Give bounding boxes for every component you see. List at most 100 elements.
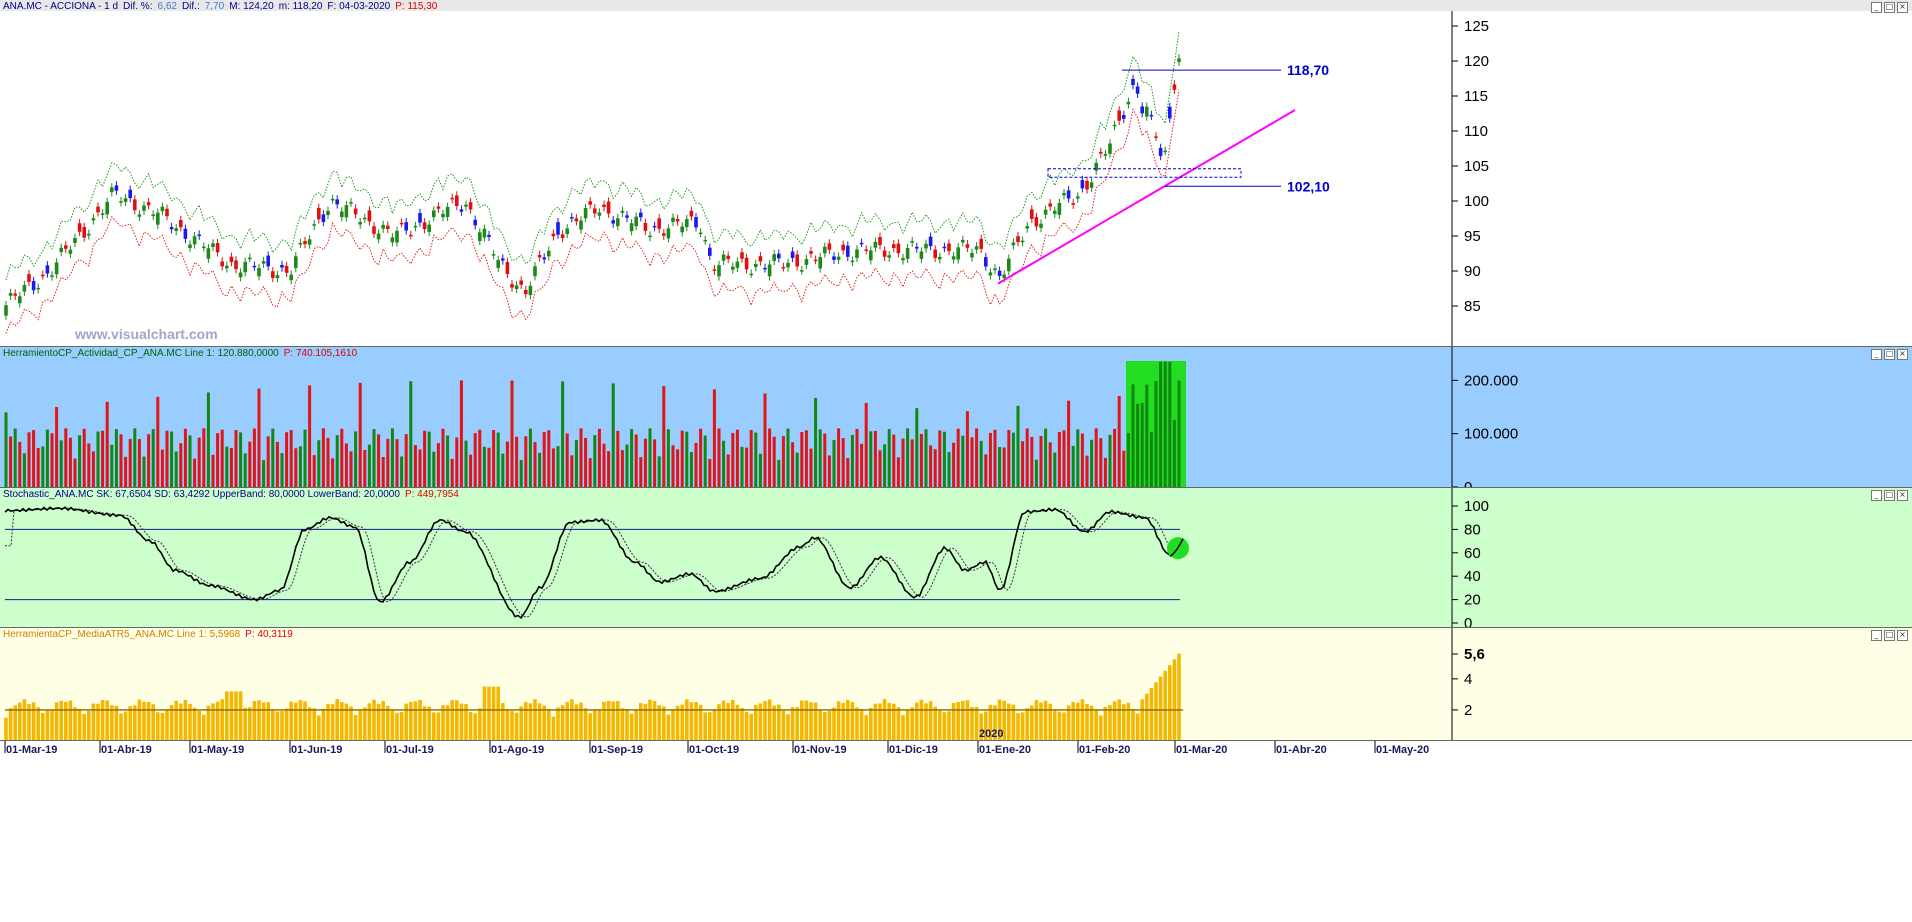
volume-bar — [1094, 428, 1098, 487]
title-segment: Dif. %: — [123, 1, 153, 12]
atr-bar — [1057, 711, 1062, 740]
candle — [142, 205, 146, 211]
close-icon[interactable]: × — [1897, 490, 1908, 501]
atr-bar — [478, 708, 482, 740]
volume-bar — [266, 436, 270, 487]
candle — [418, 213, 422, 223]
candle — [197, 234, 201, 237]
stochastic-tick-label: 40 — [1464, 568, 1481, 585]
atr-bar — [634, 709, 638, 740]
maximize-icon[interactable]: □ — [1884, 2, 1895, 13]
close-icon[interactable]: × — [1897, 630, 1908, 641]
atr-bar — [303, 701, 307, 740]
volume-bar — [510, 380, 514, 487]
maximize-icon[interactable]: □ — [1884, 490, 1895, 501]
candle — [1140, 106, 1144, 114]
candle — [436, 206, 441, 209]
price-tick-label: 120 — [1464, 53, 1489, 70]
volume-bar — [1103, 457, 1107, 487]
minimize-icon[interactable]: _ — [1871, 490, 1882, 501]
candle — [685, 219, 689, 228]
atr-bar — [4, 717, 8, 740]
candle — [1085, 180, 1089, 190]
date-label: 01-Mar-19 — [6, 744, 57, 756]
candle — [652, 225, 657, 228]
atr-bar — [703, 712, 707, 740]
candle — [754, 263, 758, 268]
volume-bar — [860, 443, 864, 487]
atr-bar — [192, 707, 197, 740]
candle — [22, 285, 27, 292]
minimize-icon[interactable]: _ — [1871, 2, 1882, 13]
atr-bar — [491, 686, 496, 740]
atr-bar — [317, 715, 321, 740]
candle — [82, 227, 86, 238]
candle — [275, 275, 280, 279]
volume-bar — [18, 441, 22, 487]
volume-bar — [101, 430, 105, 487]
candle — [505, 261, 510, 275]
atr-bar — [22, 699, 27, 740]
candle — [243, 261, 247, 273]
stochastic-pane[interactable]: Stochastic_ANA.MC SK: 67,6504 SD: 63,429… — [0, 487, 1912, 627]
volume-bar — [450, 458, 454, 487]
volume-bar — [878, 450, 882, 487]
atr-bar — [832, 707, 836, 740]
candle — [735, 261, 740, 268]
atr-chart[interactable]: 5,6 4 2 2020 — [0, 628, 1912, 740]
price-chart[interactable]: 125 120 115 110 105 100 95 90 85 118,70 102,10 — [0, 0, 1912, 346]
atr-bar — [892, 703, 896, 740]
candle — [455, 195, 459, 207]
volume-bar — [216, 433, 220, 487]
stochastic-chart[interactable]: 100 80 60 40 20 0 — [0, 488, 1912, 627]
volume-bar — [326, 437, 330, 487]
candle — [712, 269, 717, 271]
volume-bar — [538, 452, 542, 487]
candle — [487, 234, 491, 237]
candle — [823, 246, 827, 254]
volume-pane-window-buttons[interactable]: _ □ × — [1869, 348, 1908, 360]
candle — [671, 217, 675, 222]
minimize-icon[interactable]: _ — [1871, 630, 1882, 641]
volume-bar — [887, 429, 891, 487]
atr-pane-window-buttons[interactable]: _ □ × — [1869, 629, 1908, 641]
volume-bar — [607, 451, 611, 487]
candle — [703, 239, 707, 242]
atr-bar — [390, 710, 395, 740]
price-pane-window-buttons[interactable]: _ □ × — [1869, 1, 1908, 13]
title-segment: Dif.: — [181, 1, 200, 12]
atr-bar — [418, 699, 422, 740]
volume-pane[interactable]: HerramientoCP_Actividad_CP_ANA.MC Line 1… — [0, 346, 1912, 487]
candle — [496, 259, 500, 268]
atr-pane[interactable]: HerramientaCP_MediaATR5_ANA.MC Line 1: 5… — [0, 627, 1912, 740]
volume-chart[interactable]: 200.000 100.000 0 — [0, 347, 1912, 487]
volume-bar — [1034, 459, 1038, 487]
atr-bar — [284, 708, 289, 740]
title-segment: m: 118,20 — [278, 1, 323, 12]
close-icon[interactable]: × — [1897, 2, 1908, 13]
candle — [606, 201, 611, 214]
atr-bar — [961, 700, 965, 740]
candle — [482, 228, 487, 238]
volume-bar — [179, 443, 183, 487]
candle — [813, 259, 818, 262]
atr-bar — [1076, 702, 1080, 740]
maximize-icon[interactable]: □ — [1884, 349, 1895, 360]
maximize-icon[interactable]: □ — [1884, 630, 1895, 641]
candle — [1168, 106, 1172, 119]
stochastic-pane-window-buttons[interactable]: _ □ × — [1869, 489, 1908, 501]
candle — [298, 242, 303, 245]
minimize-icon[interactable]: _ — [1871, 349, 1882, 360]
volume-bar — [487, 447, 491, 487]
volume-bar — [78, 435, 82, 487]
atr-bar — [68, 700, 73, 740]
atr-bar — [1030, 705, 1034, 740]
stochastic-pane-title: Stochastic_ANA.MC SK: 67,6504 SD: 63,429… — [3, 489, 464, 500]
atr-bar — [565, 701, 569, 740]
candle — [100, 213, 105, 215]
volume-bar — [1057, 431, 1061, 487]
close-icon[interactable]: × — [1897, 349, 1908, 360]
candle — [947, 243, 951, 252]
price-pane[interactable]: ANA.MC - ACCIONA - 1 d Dif. %: 6,62 Dif.: 7,… — [0, 0, 1912, 346]
price-tick-label: 115 — [1464, 88, 1488, 105]
